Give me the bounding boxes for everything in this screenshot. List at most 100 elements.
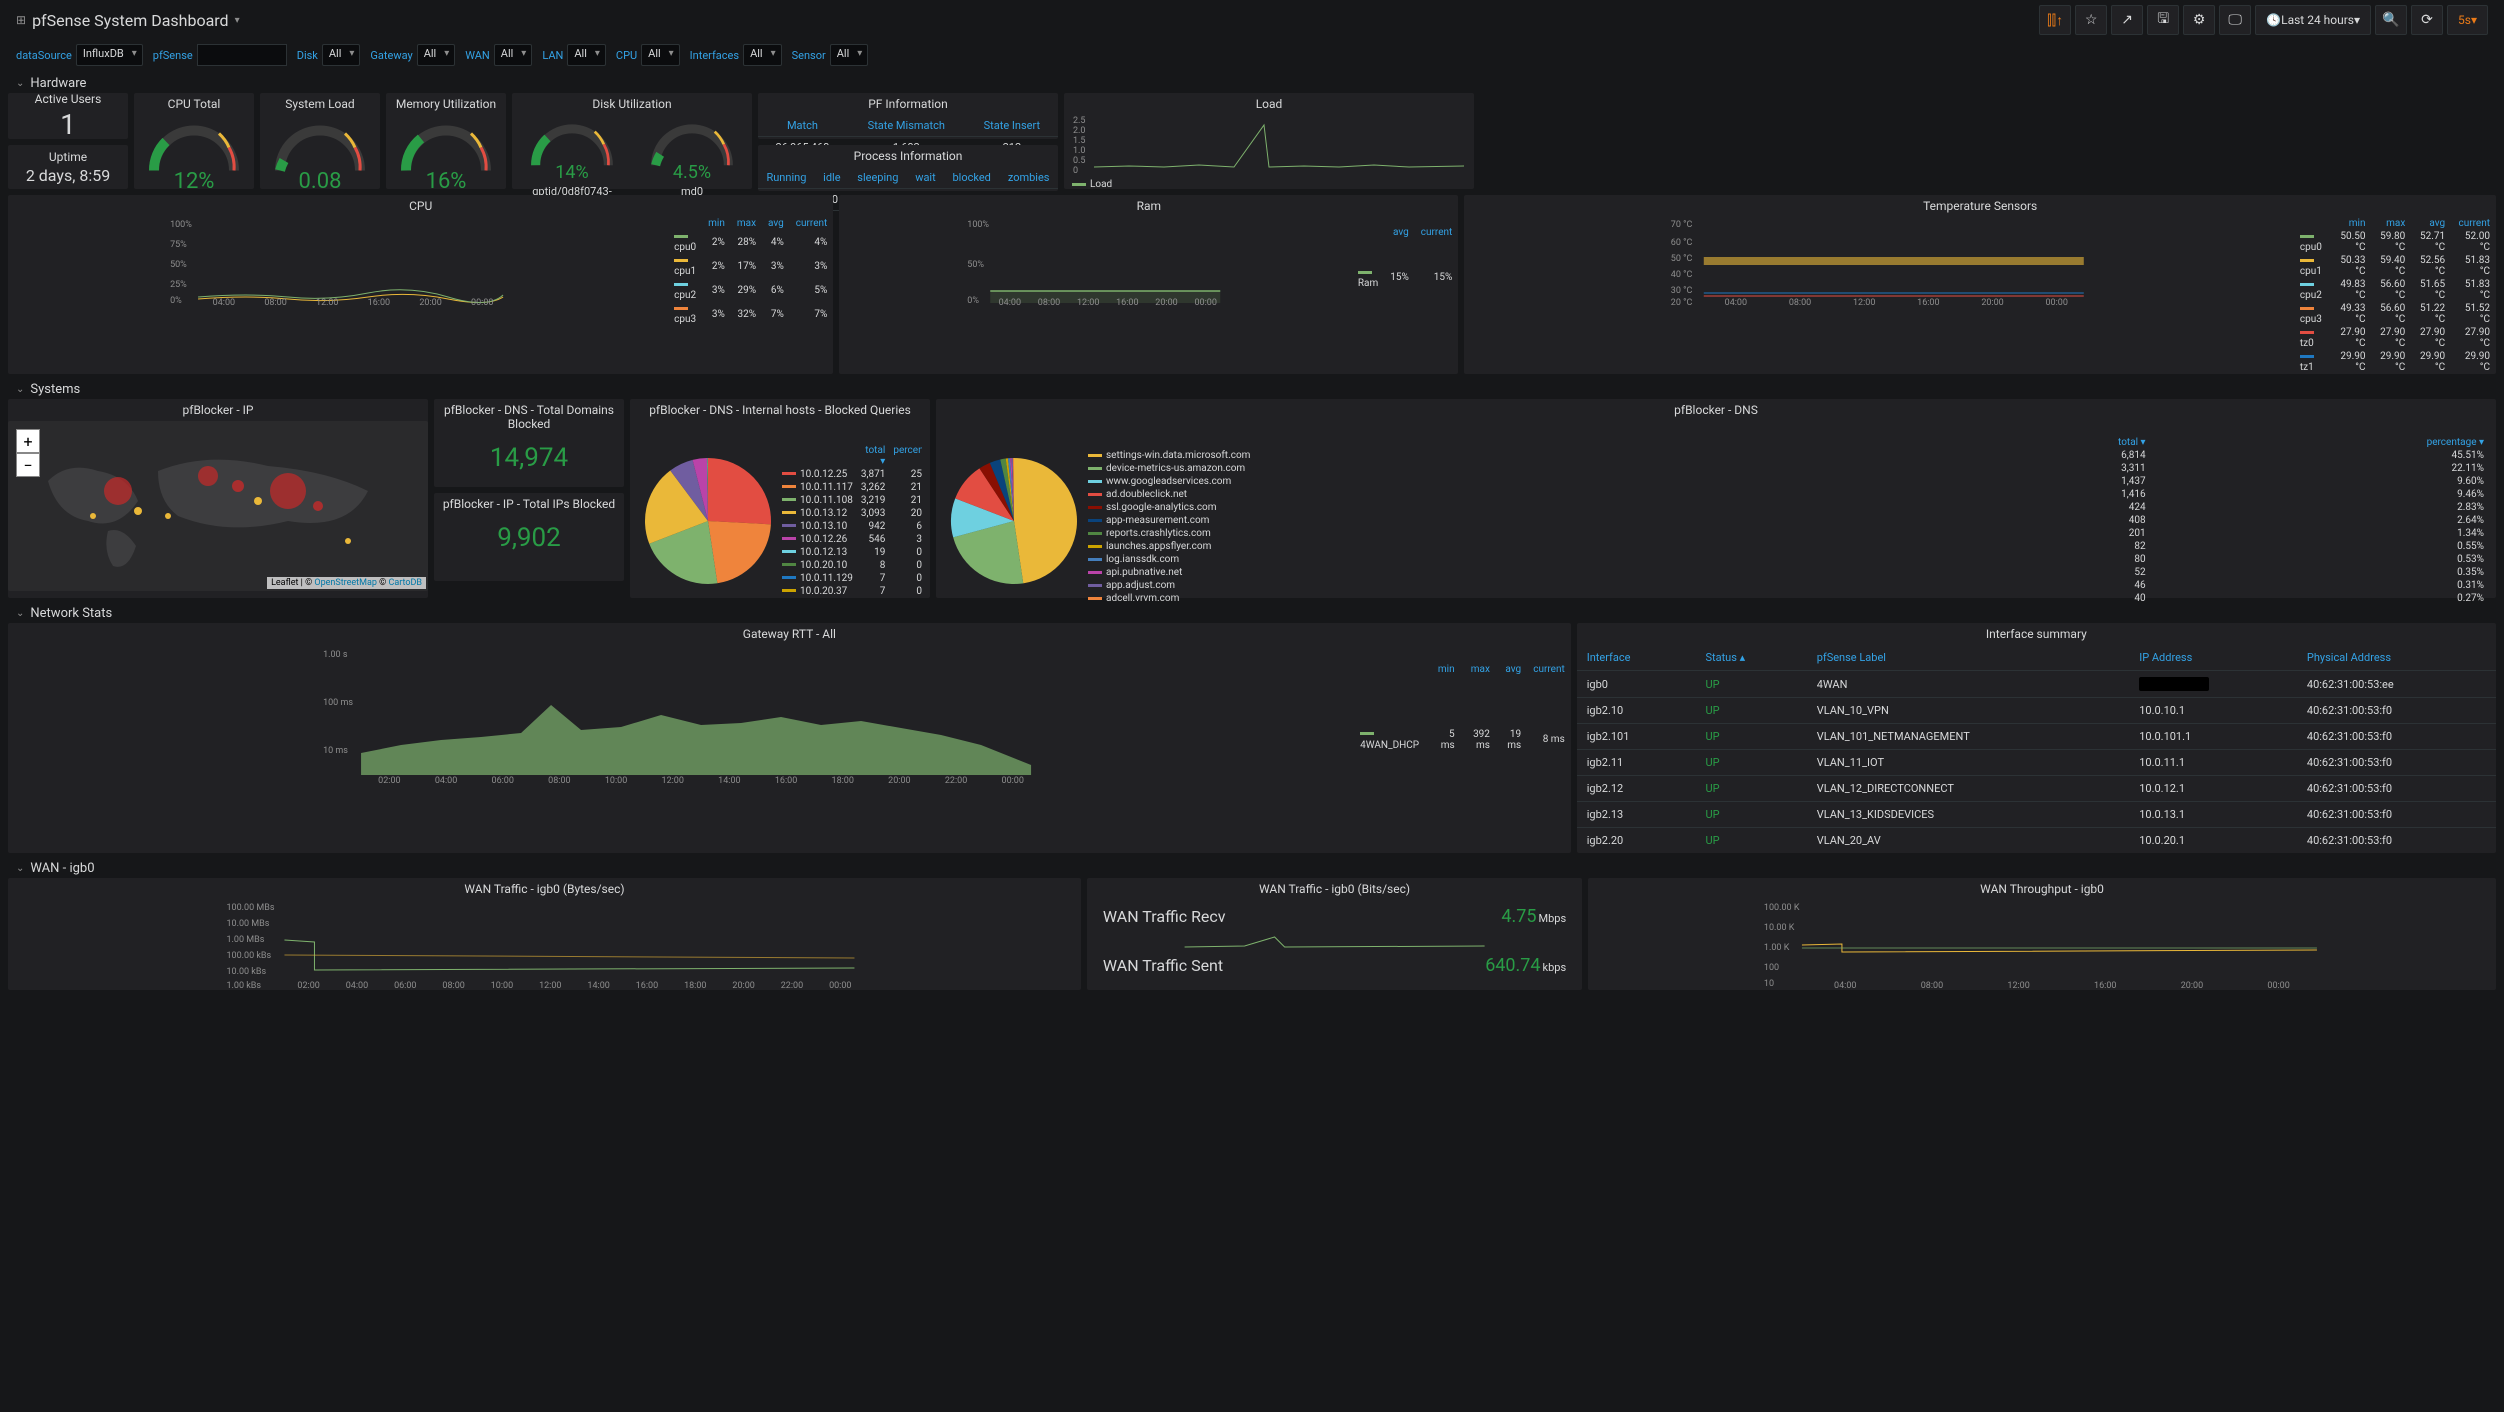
panel-cpu-total[interactable]: CPU Total 12% CPU — [134, 93, 254, 189]
svg-text:22:00: 22:00 — [781, 981, 803, 990]
svg-text:20 °C: 20 °C — [1671, 298, 1693, 307]
svg-text:12:00: 12:00 — [2008, 981, 2030, 990]
var-interfaces[interactable]: All — [743, 44, 782, 66]
refresh-interval[interactable]: 5s ▾ — [2447, 5, 2488, 35]
panel-cpu-chart[interactable]: CPU 100%75%50%25%0% 04:0008:0012:0016:00… — [8, 195, 833, 374]
star-button[interactable]: ☆ — [2075, 5, 2107, 35]
panel-interface-summary[interactable]: Interface summary InterfaceStatus ▴pfSen… — [1577, 623, 2496, 853]
svg-text:00:00: 00:00 — [2046, 298, 2068, 307]
panel-wan-throughput[interactable]: WAN Throughput - igb0 100.00 K10.00 K1.0… — [1588, 878, 2496, 990]
save-button[interactable]: 🖫 — [2147, 5, 2179, 35]
var-wan[interactable]: All — [494, 44, 533, 66]
view-mode-button[interactable]: 🖵 — [2219, 5, 2251, 35]
svg-text:20:00: 20:00 — [419, 298, 441, 307]
svg-text:50%: 50% — [170, 260, 187, 270]
panel-wan-bytes[interactable]: WAN Traffic - igb0 (Bytes/sec) 100.00 MB… — [8, 878, 1081, 990]
svg-text:100%: 100% — [170, 220, 192, 230]
svg-text:1.0: 1.0 — [1073, 146, 1086, 156]
svg-text:16:00: 16:00 — [636, 981, 658, 990]
map-zoom-out[interactable]: − — [16, 453, 40, 477]
table-row[interactable]: igb2.13UPVLAN_13_KIDSDEVICES10.0.13.140:… — [1577, 802, 2496, 828]
svg-text:100.00 MBs: 100.00 MBs — [226, 903, 274, 913]
panel-wan-bits[interactable]: WAN Traffic - igb0 (Bits/sec) WAN Traffi… — [1087, 878, 1582, 990]
panel-pie-hosts[interactable]: pfBlocker - DNS - Internal hosts - Block… — [630, 399, 930, 598]
svg-text:22:00: 22:00 — [945, 776, 967, 785]
svg-text:08:00: 08:00 — [1921, 981, 1943, 990]
svg-text:0.5: 0.5 — [1073, 156, 1086, 166]
svg-text:40 °C: 40 °C — [1671, 270, 1693, 280]
var-disk[interactable]: All — [322, 44, 361, 66]
svg-text:16:00: 16:00 — [775, 776, 797, 785]
svg-text:04:00: 04:00 — [213, 298, 235, 307]
svg-text:10: 10 — [1764, 979, 1774, 989]
svg-text:10:00: 10:00 — [491, 981, 513, 990]
svg-text:10.00 kBs: 10.00 kBs — [226, 967, 266, 977]
var-sensor[interactable]: All — [830, 44, 869, 66]
dashboard-icon: ⊞ — [16, 13, 26, 27]
svg-text:1.00 kBs: 1.00 kBs — [226, 981, 261, 990]
svg-text:2.0: 2.0 — [1073, 126, 1086, 136]
panel-active-users[interactable]: Active Users 1 — [8, 93, 128, 139]
svg-text:16:00: 16:00 — [368, 298, 390, 307]
svg-text:04:00: 04:00 — [346, 981, 368, 990]
svg-text:2.5: 2.5 — [1073, 116, 1086, 126]
table-row[interactable]: igb2.101UPVLAN_101_NETMANAGEMENT10.0.101… — [1577, 724, 2496, 750]
var-label-datasource: dataSource — [16, 49, 72, 62]
time-range-picker[interactable]: 🕓 Last 24 hours ▾ — [2255, 5, 2371, 35]
svg-text:06:00: 06:00 — [394, 981, 416, 990]
world-map[interactable]: +− Leaflet | © OpenStreetMap © CartoDB — [8, 421, 428, 591]
svg-text:100: 100 — [1764, 963, 1779, 973]
row-systems-toggle[interactable]: ⌄Systems — [0, 380, 2504, 399]
var-cpu[interactable]: All — [641, 44, 680, 66]
gauge-cpu — [139, 114, 249, 177]
var-datasource[interactable]: InfluxDB — [76, 44, 143, 66]
settings-button[interactable]: ⚙ — [2183, 5, 2215, 35]
panel-ips-blocked[interactable]: pfBlocker - IP - Total IPs Blocked 9,902 — [434, 493, 624, 581]
panel-pfblocker-ip-map[interactable]: pfBlocker - IP +− Leaflet | © OpenStreet… — [8, 399, 428, 598]
zoom-out-button[interactable]: 🔍 — [2375, 5, 2407, 35]
panel-memory[interactable]: Memory Utilization 16% Ram — [386, 93, 506, 189]
panel-system-load[interactable]: System Load 0.08 Load — [260, 93, 380, 189]
svg-text:70 °C: 70 °C — [1671, 220, 1693, 230]
row-hardware-toggle[interactable]: ⌄Hardware — [0, 74, 2504, 93]
var-lan[interactable]: All — [567, 44, 606, 66]
svg-text:02:00: 02:00 — [297, 981, 319, 990]
svg-text:08:00: 08:00 — [1789, 298, 1811, 307]
panel-temp-chart[interactable]: Temperature Sensors 70 °C60 °C50 °C40 °C… — [1464, 195, 2496, 374]
svg-text:75%: 75% — [170, 240, 187, 250]
panel-ram-chart[interactable]: Ram 100%50%0% 04:0008:0012:0016:0020:000… — [839, 195, 1458, 374]
panel-pf-info[interactable]: PF Information MatchState MismatchState … — [758, 93, 1058, 139]
var-pfsense-input[interactable] — [197, 44, 287, 66]
table-row[interactable]: igb2.10UPVLAN_10_VPN10.0.10.140:62:31:00… — [1577, 698, 2496, 724]
panel-load-chart[interactable]: Load 2.52.01.51.00.50 Load — [1064, 93, 1474, 189]
svg-text:100.00 kBs: 100.00 kBs — [226, 951, 271, 961]
svg-text:0%: 0% — [170, 296, 182, 306]
share-button[interactable]: ↗ — [2111, 5, 2143, 35]
chevron-down-icon[interactable]: ▾ — [235, 15, 240, 26]
load-sparkline: 2.52.01.51.00.50 — [1064, 115, 1474, 177]
map-zoom-in[interactable]: + — [16, 429, 40, 453]
panel-proc-info[interactable]: Process Information Runningidlesleepingw… — [758, 145, 1058, 191]
svg-text:08:00: 08:00 — [264, 298, 286, 307]
table-row[interactable]: igb0UP4WAN40:62:31:00:53:ee — [1577, 671, 2496, 698]
svg-text:16:00: 16:00 — [1917, 298, 1939, 307]
panel-disk[interactable]: Disk Utilization 14% gptid/0d8f0743-5d9b… — [512, 93, 752, 189]
row-wan-toggle[interactable]: ⌄WAN - igb0 — [0, 859, 2504, 878]
page-title[interactable]: pfSense System Dashboard — [32, 11, 229, 30]
refresh-button[interactable]: ⟳ — [2411, 5, 2443, 35]
panel-domains-blocked[interactable]: pfBlocker - DNS - Total Domains Blocked … — [434, 399, 624, 487]
svg-text:1.00 s: 1.00 s — [323, 650, 348, 660]
table-row[interactable]: igb2.20UPVLAN_20_AV10.0.20.140:62:31:00:… — [1577, 828, 2496, 854]
svg-text:10 ms: 10 ms — [323, 746, 348, 756]
panel-uptime[interactable]: Uptime 2 days, 8:59 — [8, 145, 128, 189]
svg-text:20:00: 20:00 — [1982, 298, 2004, 307]
var-gateway[interactable]: All — [417, 44, 456, 66]
panel-gateway-rtt[interactable]: Gateway RTT - All 1.00 s100 ms10 ms 02:0… — [8, 623, 1571, 853]
svg-text:50%: 50% — [968, 260, 985, 270]
svg-text:12:00: 12:00 — [1077, 298, 1099, 307]
svg-text:16:00: 16:00 — [2094, 981, 2116, 990]
add-panel-button[interactable]: ⫿⫿↑ — [2039, 5, 2071, 35]
panel-pie-dns[interactable]: pfBlocker - DNS total ▾percentage ▾setti… — [936, 399, 2496, 598]
table-row[interactable]: igb2.11UPVLAN_11_IOT10.0.11.140:62:31:00… — [1577, 750, 2496, 776]
table-row[interactable]: igb2.12UPVLAN_12_DIRECTCONNECT10.0.12.14… — [1577, 776, 2496, 802]
